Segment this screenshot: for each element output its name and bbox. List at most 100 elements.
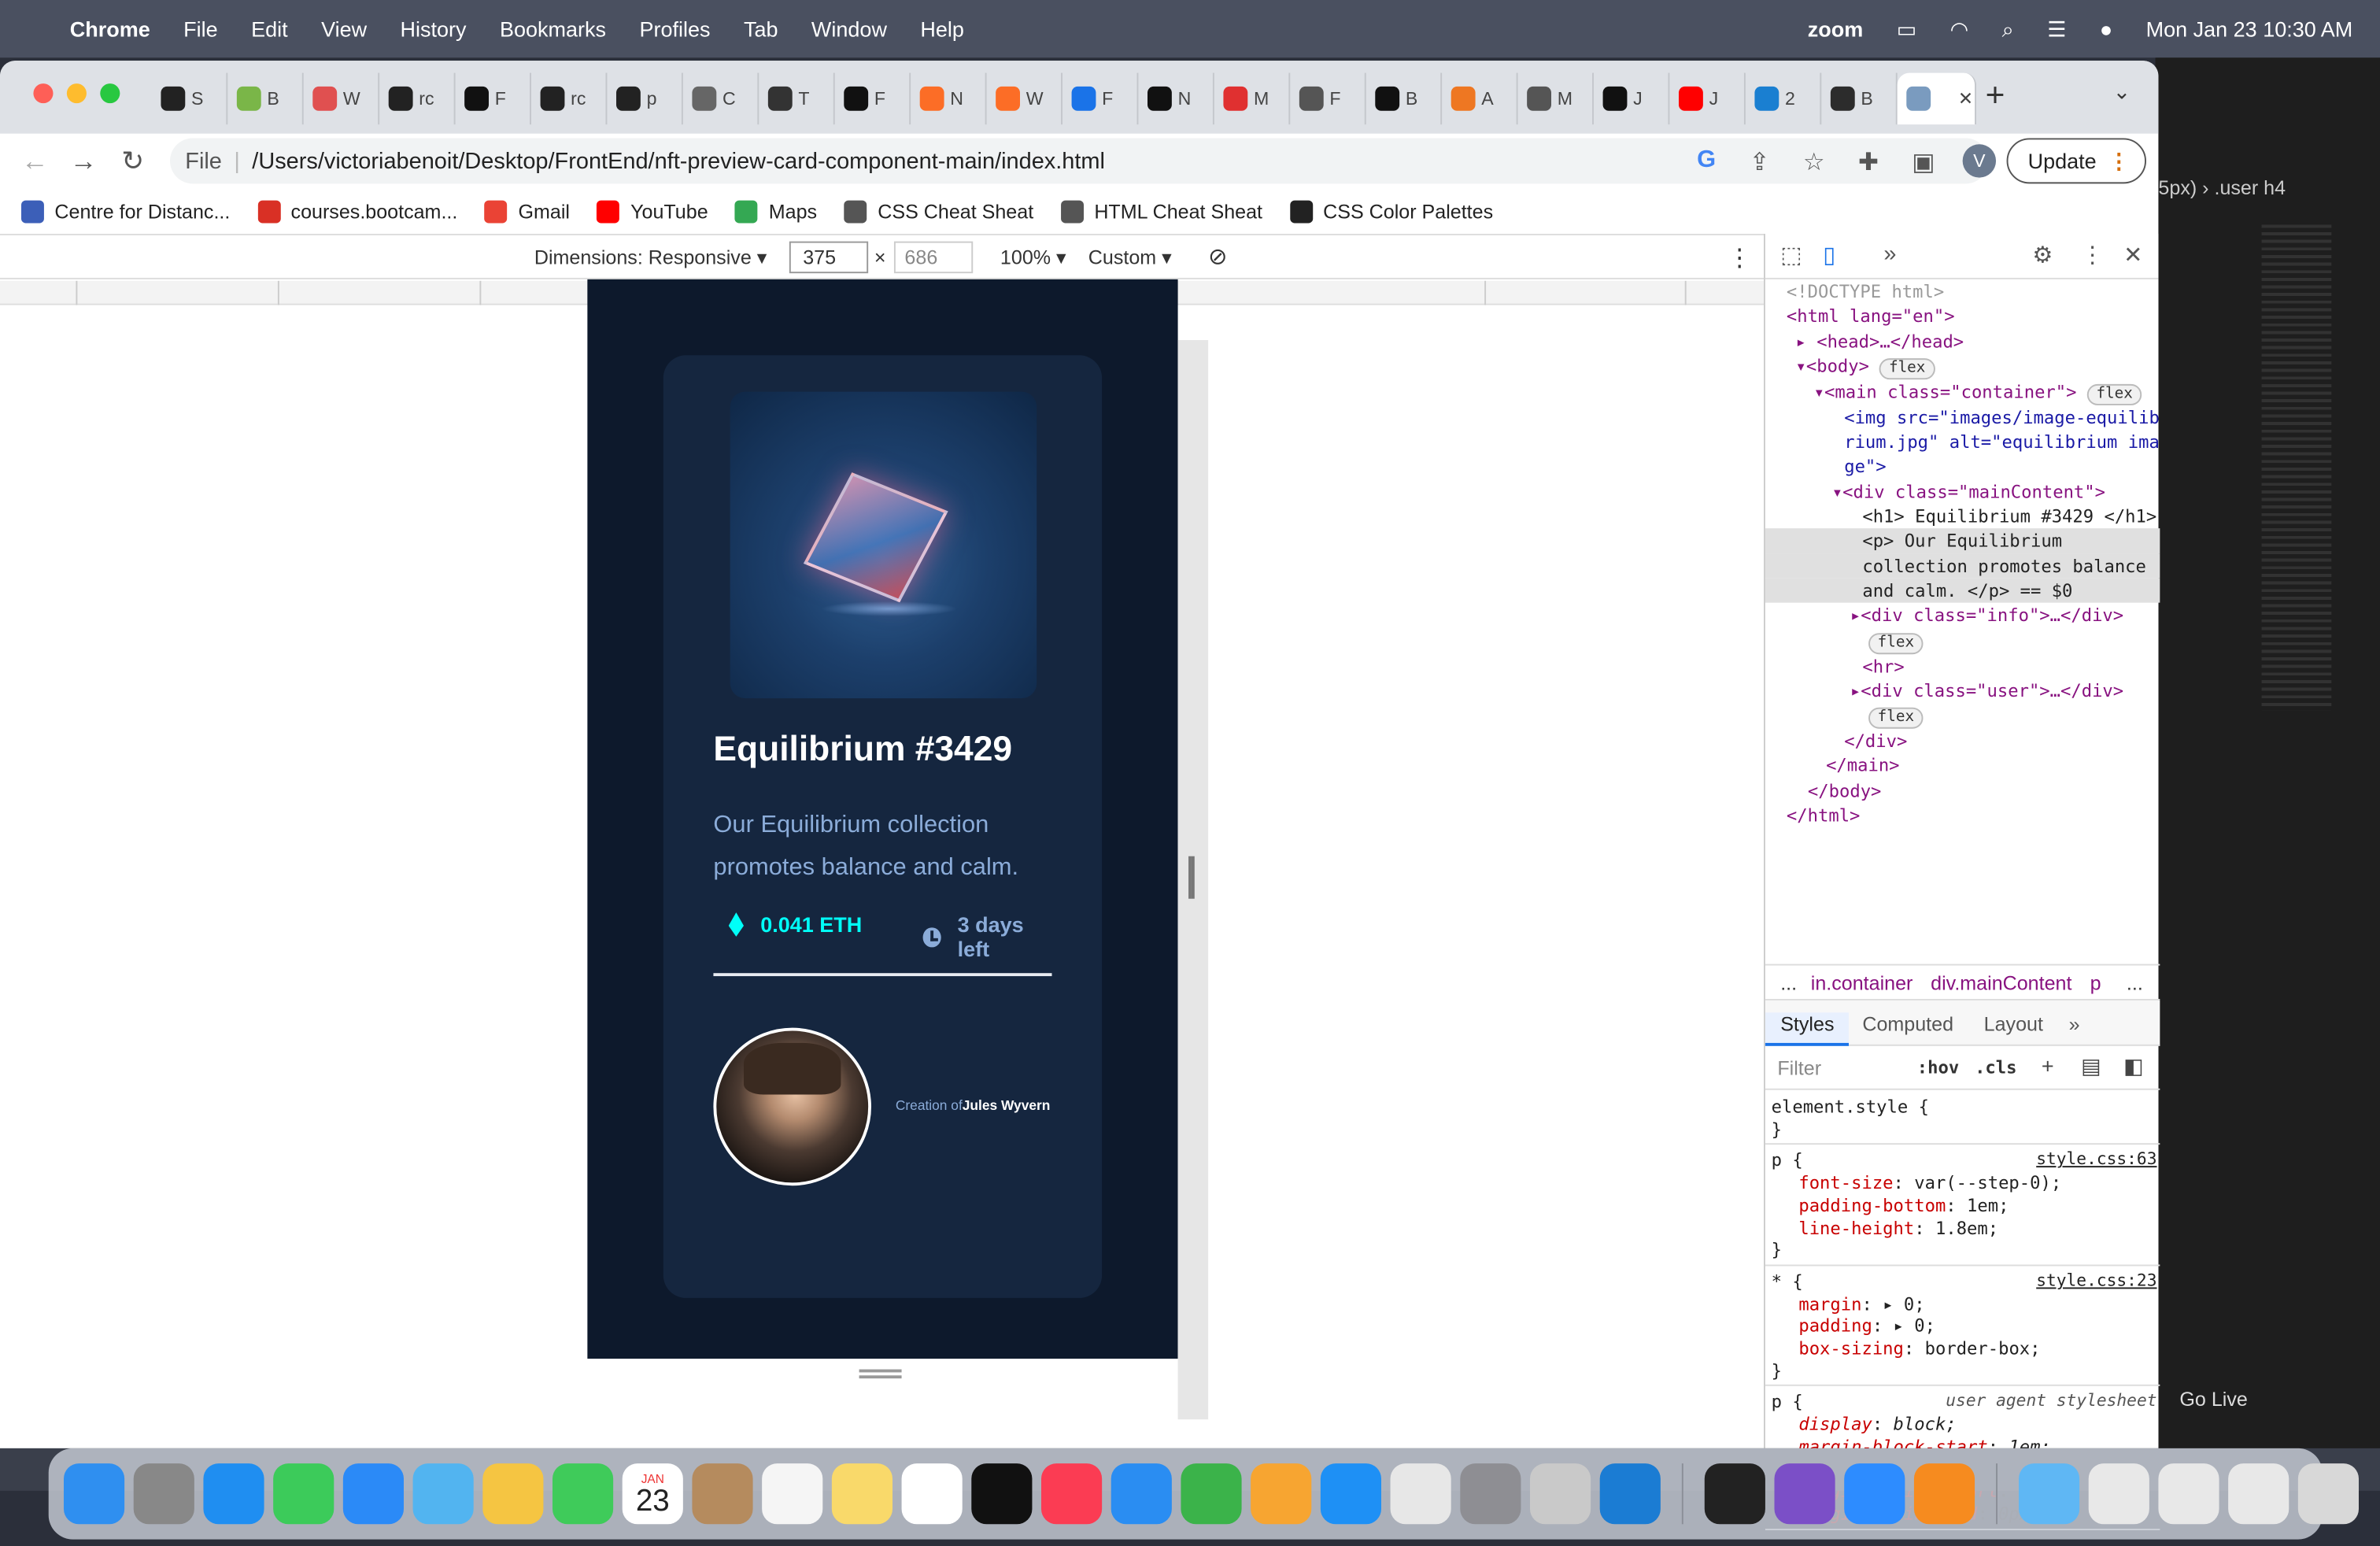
hov-toggle[interactable]: :hov [1917,1056,1959,1078]
dock-reminders-icon[interactable] [762,1463,823,1525]
menu-edit[interactable]: Edit [251,17,288,41]
inspect-element-icon[interactable]: ⬚ [1780,242,1802,269]
menu-window[interactable]: Window [811,17,887,41]
style-rule[interactable]: p {style.css:63 font-size: var(--step-0);… [1765,1145,2160,1267]
dock-tv-icon[interactable] [971,1463,1033,1525]
menu-file[interactable]: File [183,17,218,41]
style-rule[interactable]: * {style.css:23 margin: ▸ 0; padding: ▸ 0;… [1765,1266,2160,1387]
dom-img-line-3[interactable]: ge"> [1765,455,2160,479]
dock-pages-icon[interactable] [1251,1463,1312,1525]
css-declaration[interactable]: font-size: var(--step-0); [1772,1172,2154,1194]
css-value[interactable]: 1.8em; [1935,1217,1998,1238]
go-live-button[interactable]: Go Live [2179,1388,2247,1411]
dock-chrome-icon[interactable] [1390,1463,1451,1525]
css-property[interactable]: display [1798,1414,1872,1435]
dom-head[interactable]: ▸ <head>…</head> [1765,329,2160,353]
dom-h1[interactable]: <h1> Equilibrium #3429 </h1> [1765,504,2160,528]
dock-maps-icon[interactable] [412,1463,474,1525]
dock-zoom-icon[interactable] [1844,1463,1905,1525]
dock-window-3-icon[interactable] [2228,1463,2289,1525]
flex-badge[interactable]: flex [1879,357,1935,379]
dock-terminal-icon[interactable] [1704,1463,1765,1525]
dom-main-close[interactable]: </main> [1765,753,2160,778]
devtools-more-icon[interactable]: ⋮ [2081,242,2104,269]
flex-badge[interactable]: flex [1868,708,1924,730]
devtools-settings-gear-icon[interactable]: ⚙ [2032,242,2053,269]
menu-bookmarks[interactable]: Bookmarks [500,17,606,41]
dom-html-open[interactable]: <html lang="en"> [1765,304,2160,328]
equilibrium-image[interactable] [730,391,1037,699]
style-rule[interactable]: element.style {} [1765,1092,2160,1145]
breadcrumb-container[interactable]: in.container [1811,971,1913,994]
breadcrumb-p[interactable]: p [2090,971,2101,994]
dock-app-store-icon[interactable] [1320,1463,1381,1525]
height-input[interactable]: 686 [893,241,974,274]
siri-icon[interactable]: ● [2100,17,2112,41]
sidebar-toggle-icon[interactable]: ◧ [2123,1053,2144,1079]
dock-calendar-icon[interactable]: JAN 23 [622,1463,683,1525]
tab-layout[interactable]: Layout [1984,1012,2043,1035]
dom-img-line-1[interactable]: <img src="images/image-equilib [1765,405,2160,430]
css-property[interactable]: font-size [1798,1172,1893,1193]
dock-notes-icon[interactable] [831,1463,893,1525]
rule-source-link[interactable]: style.css:63 [2036,1150,2156,1172]
dom-p-line-3[interactable]: and calm. </p> == $0 [1765,578,2160,604]
vscode-breadcrumb[interactable]: 5px) › .user h4 [2158,176,2286,199]
dock-books-icon[interactable] [1913,1463,1975,1525]
rule-source-link[interactable]: style.css:23 [2036,1270,2156,1293]
css-value[interactable]: var(--step-0); [1914,1172,2061,1193]
css-declaration[interactable]: line-height: 1.8em; [1772,1217,2154,1239]
breadcrumb-maincontent[interactable]: div.mainContent [1931,971,2071,994]
menu-help[interactable]: Help [920,17,964,41]
breadcrumb-more-left[interactable]: ... [1780,971,1797,994]
menu-app-name[interactable]: Chrome [70,17,150,41]
dom-p-line-2[interactable]: collection promotes balance [1765,553,2160,579]
dom-body-close[interactable]: </body> [1765,779,2160,803]
dock-contacts-icon[interactable] [692,1463,753,1525]
dock-messages-icon[interactable] [273,1463,334,1525]
dock-photos-icon[interactable] [482,1463,544,1525]
css-value[interactable]: border-box; [1925,1337,2041,1359]
menu-view[interactable]: View [321,17,367,41]
filter-input[interactable]: Filter [1777,1056,1821,1079]
dock-window-1-icon[interactable] [2088,1463,2149,1525]
css-declaration[interactable]: padding: ▸ 0; [1772,1315,2154,1337]
css-value[interactable]: block; [1894,1414,1957,1435]
dock-window-2-icon[interactable] [2158,1463,2219,1525]
css-property[interactable]: margin [1798,1293,1861,1314]
css-value[interactable]: 1em; [1967,1194,2009,1215]
dock-numbers-icon[interactable] [1181,1463,1242,1525]
device-toggle-icon[interactable]: ▯ [1823,242,1835,269]
dock-github-desktop-icon[interactable] [1774,1463,1835,1525]
dom-info[interactable]: ▸<div class="info">…</div> [1765,603,2160,627]
dom-body[interactable]: ▾<body> flex [1765,353,2160,379]
tab-styles[interactable]: Styles [1765,1012,1850,1046]
dom-html-close[interactable]: </html> [1765,803,2160,827]
nft-title[interactable]: Equilibrium #3429 [713,729,1012,770]
css-property[interactable]: padding [1798,1315,1872,1337]
battery-icon[interactable]: ▭ [1897,16,1917,42]
vscode-minimap[interactable] [2261,224,2332,711]
dock-facetime-icon[interactable] [552,1463,614,1525]
menu-tab[interactable]: Tab [744,17,778,41]
dom-maincontent[interactable]: ▾<div class="mainContent"> [1765,479,2160,504]
dock-safari-icon[interactable] [203,1463,264,1525]
dock-settings-icon[interactable] [1460,1463,1521,1525]
menu-profiles[interactable]: Profiles [639,17,710,41]
css-property[interactable]: padding-bottom [1798,1194,1946,1215]
breadcrumb-more-right[interactable]: ... [2127,971,2143,994]
css-property[interactable]: line-height [1798,1217,1914,1238]
control-center-icon[interactable]: ☰ [2047,16,2066,42]
css-declaration[interactable]: padding-bottom: 1em; [1772,1194,2154,1216]
devtools-close-icon[interactable]: ✕ [2123,242,2142,269]
throttle-dropdown[interactable]: Custom ▾ [1088,246,1172,270]
wifi-icon[interactable]: ◠ [1950,16,1969,42]
rule-selector[interactable]: element.style { [1772,1096,2154,1118]
paint-icon[interactable]: ▤ [2081,1053,2101,1079]
dock-folder-icon[interactable] [2018,1463,2080,1525]
dom-main[interactable]: ▾<main class="container"> flex [1765,379,2160,405]
tab-computed[interactable]: Computed [1862,1012,1953,1035]
viewport-resize-handle[interactable] [1177,339,1209,1420]
menu-history[interactable]: History [401,17,467,41]
zoom-dropdown[interactable]: 100% ▾ [1000,246,1066,270]
